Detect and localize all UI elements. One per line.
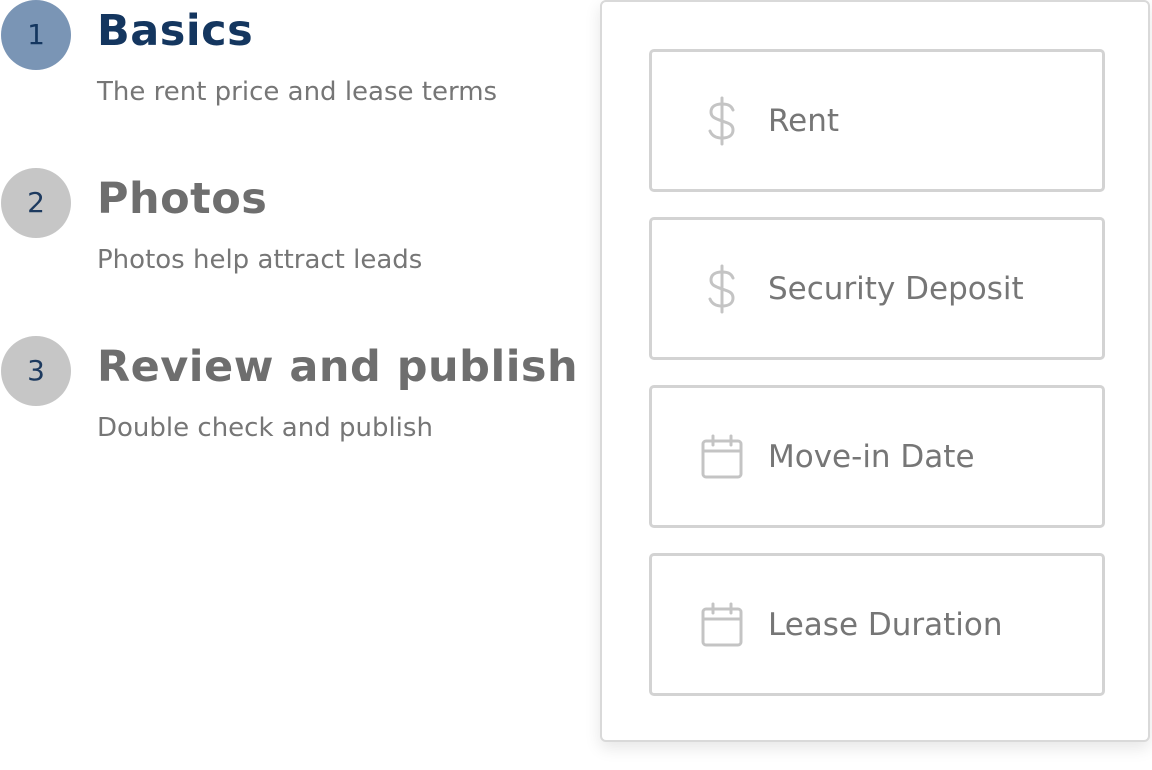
step-photos[interactable]: 2 Photos Photos help attract leads [0, 168, 590, 298]
step-title: Review and publish [97, 342, 579, 392]
calendar-icon [700, 432, 744, 482]
lease-duration-field[interactable] [649, 553, 1105, 696]
listing-wizard-page: 1 Basics The rent price and lease terms … [0, 0, 1152, 770]
step-review-and-publish[interactable]: 3 Review and publish Double check and pu… [0, 336, 590, 466]
calendar-icon [700, 600, 744, 650]
rent-field[interactable] [649, 49, 1105, 192]
step-number-badge: 1 [1, 0, 71, 70]
step-number-badge: 3 [1, 336, 71, 406]
step-description: The rent price and lease terms [97, 77, 498, 107]
step-title: Photos [97, 174, 268, 224]
dollar-icon [700, 264, 744, 314]
basics-form-card [600, 0, 1150, 742]
move-in-date-input[interactable] [768, 438, 1088, 475]
rent-input[interactable] [768, 102, 1088, 139]
dollar-icon [700, 96, 744, 146]
move-in-date-field[interactable] [649, 385, 1105, 528]
step-description: Photos help attract leads [97, 245, 423, 275]
step-number-badge: 2 [1, 168, 71, 238]
step-description: Double check and publish [97, 413, 433, 443]
lease-duration-input[interactable] [768, 606, 1088, 643]
security-deposit-field[interactable] [649, 217, 1105, 360]
security-deposit-input[interactable] [768, 270, 1088, 307]
step-basics[interactable]: 1 Basics The rent price and lease terms [0, 0, 590, 130]
step-title: Basics [97, 6, 254, 56]
